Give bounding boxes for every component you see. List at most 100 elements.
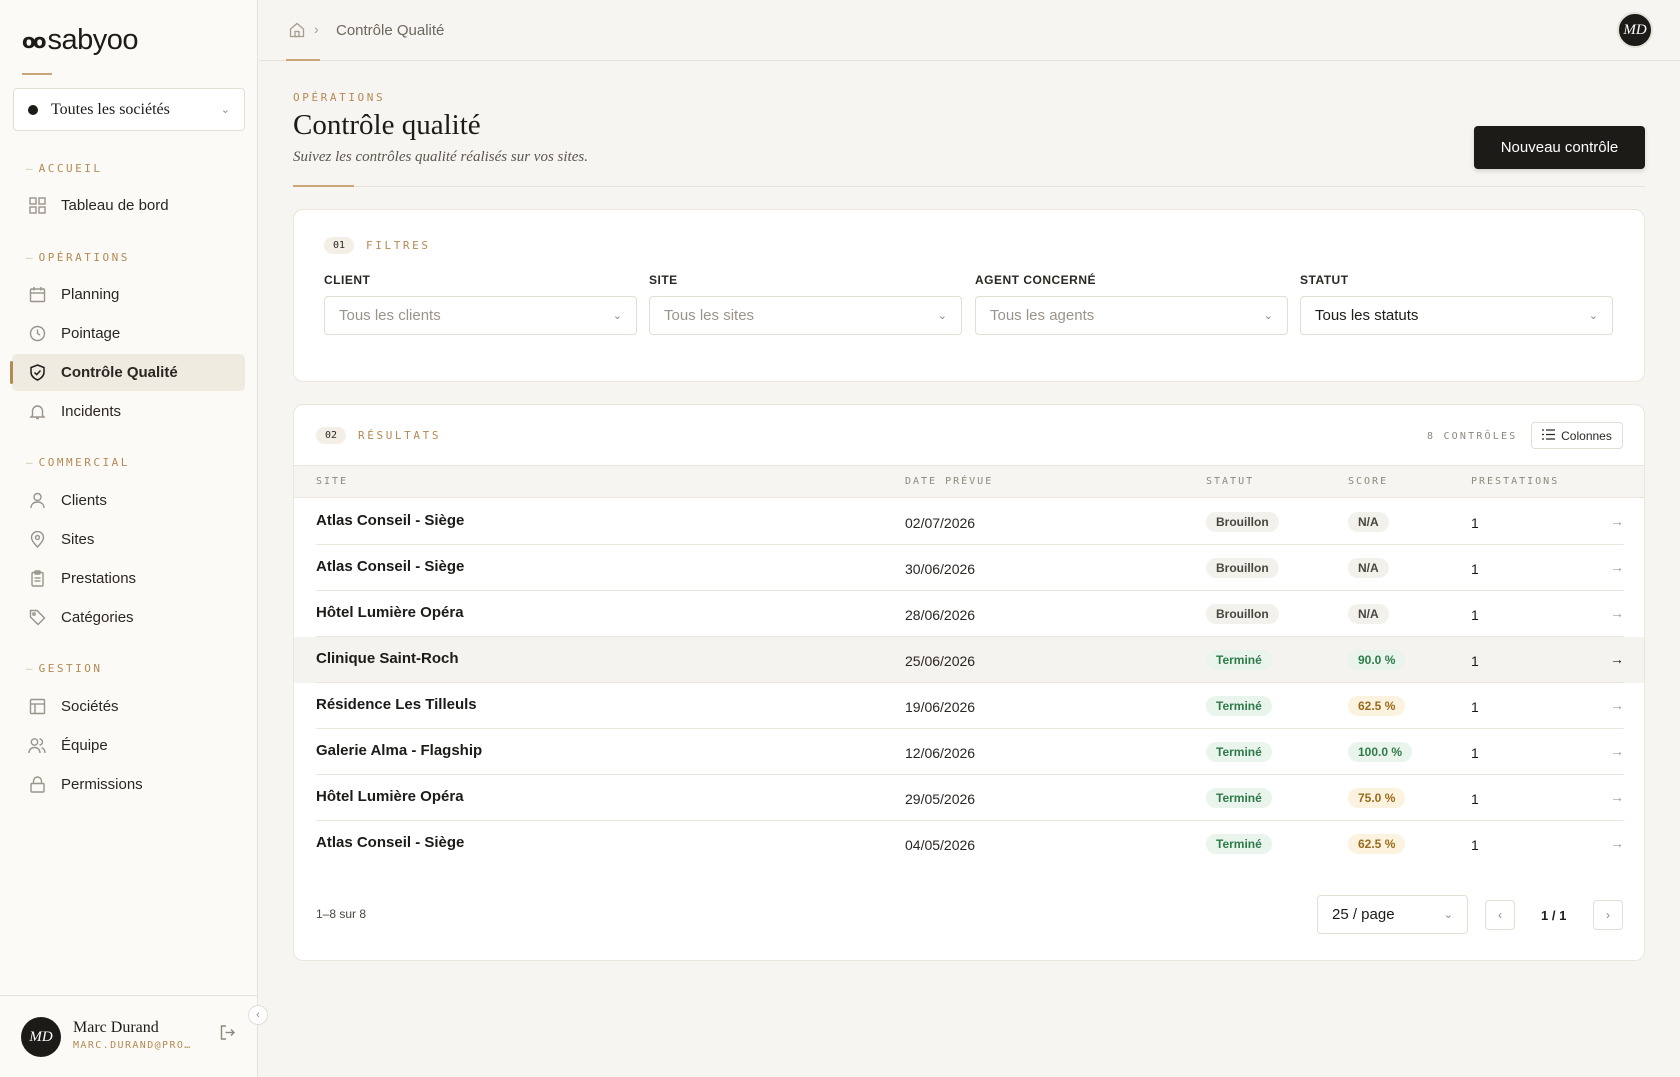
page-title: Contrôle qualité [293,109,481,141]
topbar: › Contrôle Qualité MD [259,0,1680,61]
sidebar-item-controle-qualite[interactable]: Contrôle Qualité [10,354,245,391]
results-heading: 02 RÉSULTATS [316,427,441,444]
sidebar-item-tableau-de-bord[interactable]: Tableau de bord [12,187,245,224]
score-badge: 90.0 % [1348,650,1406,670]
table-row[interactable]: Hôtel Lumière Opéra 28/06/2026 Brouillon N/… [294,591,1644,637]
score-badge: 75.0 % [1348,788,1406,808]
sidebar-item-label: Prestations [61,570,137,587]
score-badge: 62.5 % [1348,834,1406,854]
arrow-right-icon[interactable]: → [1610,743,1624,759]
sidebar-item-label: Sociétés [61,698,119,715]
column-header-date[interactable]: DATE PRÉVUE [905,476,993,487]
status-badge: Brouillon [1206,558,1279,578]
client-filter-select[interactable]: Tous les clients ⌄ [324,296,637,335]
sidebar-item-planning[interactable]: Planning [12,276,245,313]
sidebar: oo sabyoo Toutes les sociétés ⌄ — ACCUEIL… [0,0,258,1077]
columns-button-label: Colonnes [1561,428,1612,443]
home-icon[interactable] [289,22,305,43]
arrow-right-icon[interactable]: → [1610,697,1624,713]
logo-accent-rule [22,73,52,75]
brand-logo[interactable]: oo sabyoo [22,24,138,57]
table-row[interactable]: Atlas Conseil - Siège 02/07/2026 Brouillon… [294,499,1644,545]
arrow-right-icon[interactable]: → [1610,835,1624,851]
breadcrumb[interactable]: Contrôle Qualité [336,22,444,39]
arrow-right-icon[interactable]: → [1610,651,1624,667]
agent-filter-select[interactable]: Tous les agents ⌄ [975,296,1288,335]
prestations-count: 1 [1471,561,1479,577]
status-filter-select[interactable]: Tous les statuts ⌄ [1300,296,1613,335]
sidebar-item-prestations[interactable]: Prestations [12,560,245,597]
page-indicator: 1 / 1 [1541,908,1567,923]
chevron-down-icon: ⌄ [1588,310,1598,322]
table-row[interactable]: Atlas Conseil - Siège 04/05/2026 Terminé 62… [294,821,1644,867]
table-row[interactable]: Clinique Saint-Roch 25/06/2026 Terminé 90.0… [294,637,1644,683]
table-row[interactable]: Résidence Les Tilleuls 19/06/2026 Terminé 6… [294,683,1644,729]
sidebar-collapse-button[interactable]: ‹ [248,1005,268,1025]
chevron-down-icon: ⌄ [612,310,622,322]
per-page-select[interactable]: 25 / page ⌄ [1317,895,1468,934]
logo-mark-icon: oo [22,28,47,53]
logout-icon[interactable] [219,1024,236,1046]
sidebar-item-label: Sites [61,531,95,548]
per-page-value: 25 / page [1332,906,1395,923]
filter-label-statut: STATUT [1300,273,1349,287]
score-badge: N/A [1348,604,1389,624]
chevron-left-icon: ‹ [256,1009,260,1021]
section-label-accueil: — ACCUEIL [26,162,103,175]
column-header-status[interactable]: STATUT [1206,476,1254,487]
site-name: Atlas Conseil - Siège [316,558,465,575]
score-badge: 100.0 % [1348,742,1413,762]
filter-value: Tous les sites [664,307,755,324]
sidebar-item-categories[interactable]: Catégories [12,599,245,636]
page-eyebrow: OPÉRATIONS [293,91,386,104]
users-icon [27,736,47,756]
arrow-right-icon[interactable]: → [1610,605,1624,621]
previous-page-button[interactable]: ‹ [1485,900,1515,930]
avatar[interactable]: MD [1617,12,1653,48]
site-name: Hôtel Lumière Opéra [316,788,464,805]
sidebar-item-permissions[interactable]: Permissions [12,766,245,803]
table-row[interactable]: Atlas Conseil - Siège 30/06/2026 Brouillon… [294,545,1644,591]
filter-value: Tous les clients [339,307,441,324]
table-row[interactable]: Galerie Alma - Flagship 12/06/2026 Terminé… [294,729,1644,775]
score-badge: 62.5 % [1348,696,1406,716]
user-icon [27,491,47,511]
next-page-button[interactable]: › [1593,900,1623,930]
arrow-right-icon[interactable]: → [1610,559,1624,575]
arrow-right-icon[interactable]: → [1610,789,1624,805]
site-name: Atlas Conseil - Siège [316,834,465,851]
building-icon [27,697,47,717]
planned-date: 12/06/2026 [905,745,976,761]
columns-button[interactable]: Colonnes [1531,422,1623,449]
sidebar-item-clients[interactable]: Clients [12,482,245,519]
chevron-down-icon: ⌄ [1443,909,1453,921]
pagination-range: 1–8 sur 8 [316,907,367,921]
sidebar-item-pointage[interactable]: Pointage [12,315,245,352]
sidebar-item-equipe[interactable]: Équipe [12,727,245,764]
sidebar-item-societes[interactable]: Sociétés [12,688,245,725]
list-icon [1542,428,1556,443]
step-number: 02 [316,427,347,444]
column-header-score[interactable]: SCORE [1348,476,1388,487]
column-header-site[interactable]: SITE [316,476,348,487]
new-control-button[interactable]: Nouveau contrôle [1474,126,1645,169]
status-badge: Terminé [1206,834,1272,854]
site-filter-select[interactable]: Tous les sites ⌄ [649,296,962,335]
company-selector[interactable]: Toutes les sociétés ⌄ [13,88,245,131]
chevron-left-icon: ‹ [1498,908,1502,922]
table-row[interactable]: Hôtel Lumière Opéra 29/05/2026 Terminé 75.0… [294,775,1644,821]
sidebar-item-sites[interactable]: Sites [12,521,245,558]
planned-date: 30/06/2026 [905,561,976,577]
sidebar-item-label: Incidents [61,403,122,420]
column-header-prestations[interactable]: PRESTATIONS [1471,476,1559,487]
planned-date: 25/06/2026 [905,653,976,669]
user-name: Marc Durand [73,1019,159,1036]
arrow-right-icon[interactable]: → [1610,513,1624,529]
user-profile[interactable]: MD Marc Durand MARC.DURAND@PRO… [0,995,258,1077]
table-header: SITE DATE PRÉVUE STATUT SCORE PRESTATION… [294,465,1644,498]
sidebar-item-incidents[interactable]: Incidents [12,393,245,430]
tag-icon [27,608,47,628]
clipboard-icon [27,569,47,589]
page-subtitle: Suivez les contrôles qualité réalisés su… [293,149,588,165]
chevron-down-icon: ⌄ [220,104,230,116]
